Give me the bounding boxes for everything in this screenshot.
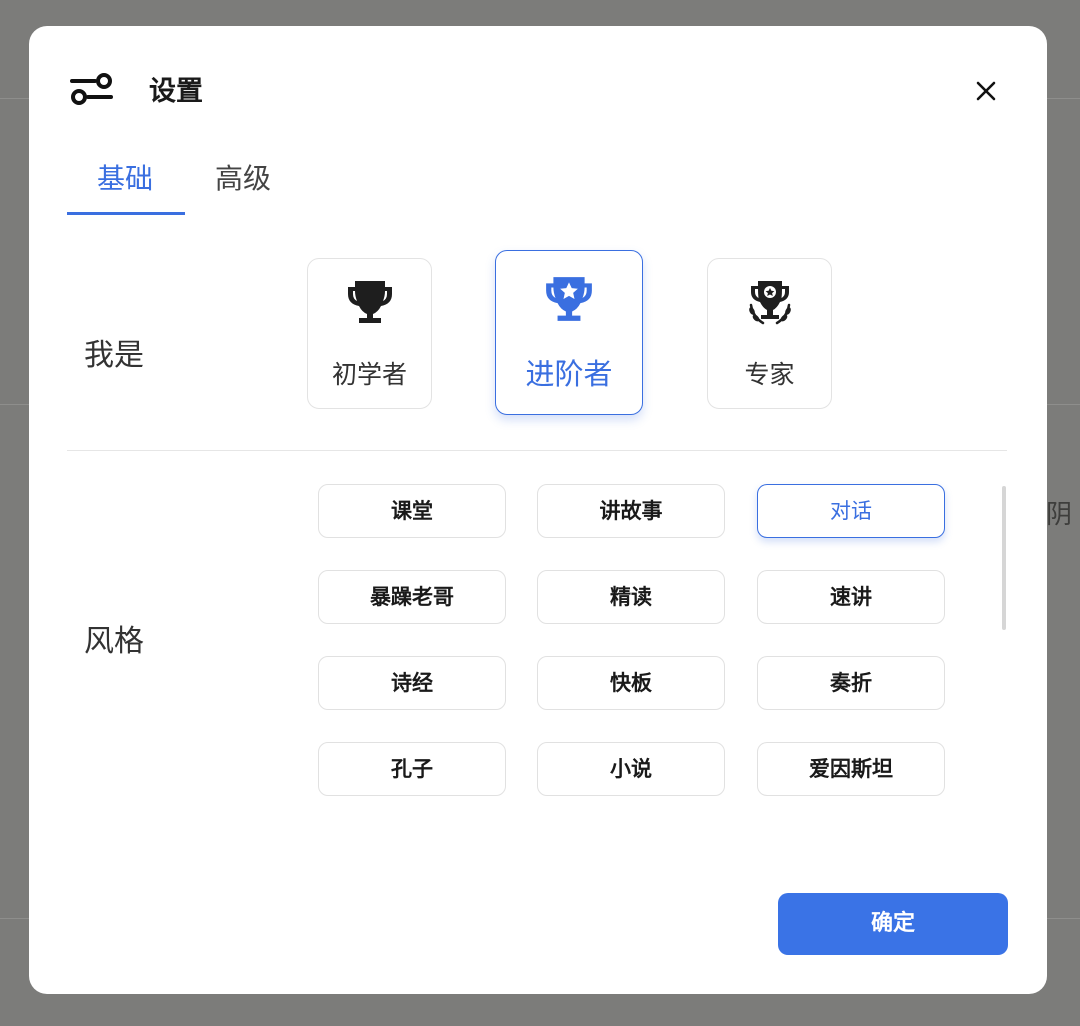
- trophy-laurel-icon: [748, 281, 791, 325]
- style-list-scrollbar[interactable]: [1002, 486, 1006, 630]
- style-option-selected[interactable]: 对话: [757, 484, 945, 538]
- level-option-expert[interactable]: 专家: [707, 258, 832, 409]
- confirm-button[interactable]: 确定: [778, 893, 1008, 955]
- style-option[interactable]: 精读: [537, 570, 725, 624]
- dialog-title: 设置: [149, 76, 203, 107]
- style-option[interactable]: 奏折: [757, 656, 945, 710]
- style-option[interactable]: 诗经: [318, 656, 506, 710]
- settings-dialog: 设置 基础 高级 我是 初学者 进阶者 专家 风格 课堂 讲故事 对话 暴躁老哥…: [29, 26, 1047, 994]
- background-partial-text: 阴: [1046, 500, 1073, 530]
- style-option[interactable]: 孔子: [318, 742, 506, 796]
- style-option[interactable]: 课堂: [318, 484, 506, 538]
- trophy-icon: [347, 281, 392, 323]
- style-option[interactable]: 讲故事: [537, 484, 725, 538]
- level-row-label: 我是: [84, 338, 144, 373]
- sliders-icon: [70, 73, 113, 105]
- style-option[interactable]: 爱因斯坦: [757, 742, 945, 796]
- level-option-label: 进阶者: [525, 357, 613, 391]
- tab-advanced[interactable]: 高级: [215, 160, 271, 198]
- trophy-star-icon: [546, 277, 592, 321]
- close-icon[interactable]: [967, 72, 1005, 110]
- style-row-label: 风格: [84, 624, 144, 659]
- level-option-label: 初学者: [331, 360, 407, 389]
- style-option[interactable]: 快板: [537, 656, 725, 710]
- style-option[interactable]: 小说: [537, 742, 725, 796]
- style-option[interactable]: 暴躁老哥: [318, 570, 506, 624]
- active-tab-indicator: [67, 212, 185, 215]
- level-option-label: 专家: [744, 360, 795, 389]
- tab-basic[interactable]: 基础: [97, 160, 153, 198]
- level-option-intermediate[interactable]: 进阶者: [495, 250, 643, 415]
- style-option[interactable]: 速讲: [757, 570, 945, 624]
- level-option-beginner[interactable]: 初学者: [307, 258, 432, 409]
- section-divider: [67, 450, 1007, 451]
